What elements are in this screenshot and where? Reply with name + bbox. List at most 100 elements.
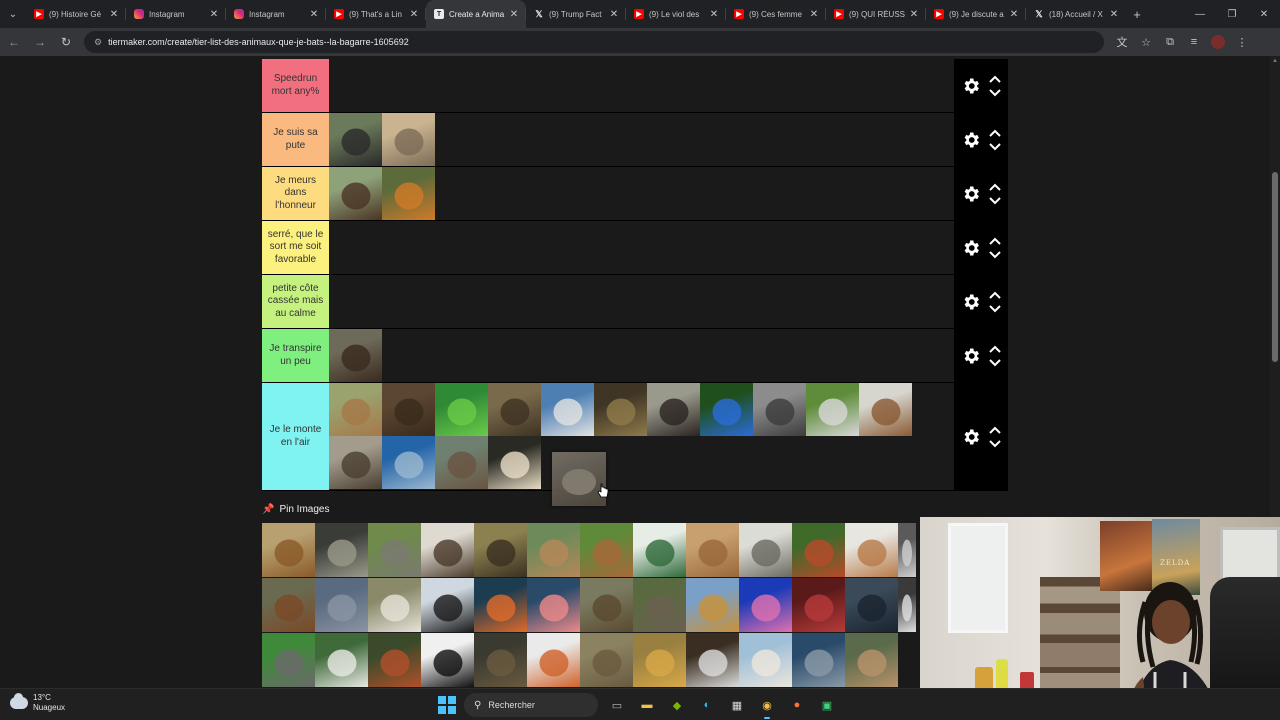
orangutan-image[interactable] xyxy=(368,633,421,687)
gear-icon[interactable] xyxy=(961,184,981,204)
lion-image[interactable] xyxy=(262,523,315,577)
orangutan-sitting-image[interactable] xyxy=(262,578,315,632)
gear-icon[interactable] xyxy=(961,346,981,366)
otter-image[interactable] xyxy=(262,633,315,687)
weather-widget[interactable]: 13°C Nuageux xyxy=(10,693,65,713)
new-tab-button[interactable]: + xyxy=(1126,7,1148,22)
chevron-up-icon[interactable] xyxy=(989,183,1001,191)
tab-close-icon[interactable]: ✕ xyxy=(408,9,420,20)
browser-tab[interactable]: Instagram ✕ xyxy=(126,0,226,28)
browser-tab[interactable]: ▶ (9) QUI RÉUSS ✕ xyxy=(826,0,926,28)
chevron-up-icon[interactable] xyxy=(989,129,1001,137)
tier-label[interactable]: serré, que le sort me soit favorable xyxy=(262,221,329,274)
tab-close-icon[interactable]: ✕ xyxy=(908,9,920,20)
partial-white-image[interactable] xyxy=(898,523,916,577)
deer-image[interactable] xyxy=(859,383,912,436)
chevron-down-icon[interactable] xyxy=(989,88,1001,97)
rhino-image[interactable] xyxy=(739,523,792,577)
walrus-image[interactable] xyxy=(435,436,488,489)
penguin-image[interactable] xyxy=(421,578,474,632)
tier-drop-zone[interactable] xyxy=(329,383,954,490)
browser-tab[interactable]: ▶ (9) Ces femme ✕ xyxy=(726,0,826,28)
tier-drop-zone[interactable] xyxy=(329,59,954,112)
browser-tab[interactable]: T Create a Anima ✕ xyxy=(426,0,526,28)
gear-icon[interactable] xyxy=(961,427,981,447)
back-icon[interactable]: ← xyxy=(2,30,26,54)
panda-image[interactable] xyxy=(421,633,474,687)
tier-label[interactable]: petite côte cassée mais au calme xyxy=(262,275,329,328)
chimpanzee-image[interactable] xyxy=(647,383,700,436)
hyena-image[interactable] xyxy=(580,633,633,687)
gear-icon[interactable] xyxy=(961,76,981,96)
raccoon-image[interactable] xyxy=(753,383,806,436)
chevron-up-icon[interactable] xyxy=(989,426,1001,434)
chrome-icon[interactable]: ◉ xyxy=(756,694,778,719)
nvidia-icon[interactable]: ◆ xyxy=(666,694,688,716)
zebra-image[interactable] xyxy=(806,383,859,436)
cougar-image[interactable] xyxy=(845,633,898,687)
porcupine-image[interactable] xyxy=(329,436,382,489)
gear-icon[interactable] xyxy=(961,238,981,258)
tier-drop-zone[interactable] xyxy=(329,113,954,166)
close-window-icon[interactable]: ✕ xyxy=(1248,0,1280,28)
media-control-icon[interactable]: ≡ xyxy=(1182,34,1206,50)
cat-image[interactable] xyxy=(315,578,368,632)
profile-avatar[interactable] xyxy=(1206,34,1230,50)
bison-image[interactable] xyxy=(329,329,382,382)
horse-image[interactable] xyxy=(315,633,368,687)
chevron-up-icon[interactable] xyxy=(989,291,1001,299)
firefox-icon[interactable]: ● xyxy=(786,694,808,716)
sea-lion-image[interactable] xyxy=(845,578,898,632)
browser-tab[interactable]: ▶ (9) Le viol des ✕ xyxy=(626,0,726,28)
bear-image[interactable] xyxy=(329,167,382,220)
llama-image[interactable] xyxy=(739,633,792,687)
site-info-icon[interactable]: ⚙ xyxy=(94,37,102,48)
flamingo-image[interactable] xyxy=(527,578,580,632)
iguana-image[interactable] xyxy=(435,383,488,436)
fawn-image[interactable] xyxy=(580,523,633,577)
capybara-image[interactable] xyxy=(686,523,739,577)
tier-label[interactable]: Je transpire un peu xyxy=(262,329,329,382)
tab-close-icon[interactable]: ✕ xyxy=(608,9,620,20)
gorilla-image[interactable] xyxy=(329,113,382,166)
translate-icon[interactable]: 文 xyxy=(1110,34,1134,50)
eagle-image[interactable] xyxy=(421,523,474,577)
anteater-image[interactable] xyxy=(633,578,686,632)
chevron-up-icon[interactable] xyxy=(989,237,1001,245)
giraffe-image[interactable] xyxy=(686,578,739,632)
duck-image[interactable] xyxy=(633,523,686,577)
chevron-down-icon[interactable] xyxy=(989,304,1001,313)
browser-tab[interactable]: Instagram ✕ xyxy=(226,0,326,28)
browser-tab[interactable]: 𝕏 (18) Accueil / X ✕ xyxy=(1026,0,1126,28)
donkey-image[interactable] xyxy=(368,523,421,577)
taskbar-search[interactable]: ⚲ Rechercher xyxy=(464,693,598,717)
pin-images-toggle[interactable]: 📌 Pin Images xyxy=(262,504,329,515)
file-explorer-icon[interactable]: ▬ xyxy=(636,694,658,716)
browser-tab[interactable]: ▶ (9) Je discute a ✕ xyxy=(926,0,1026,28)
chevron-up-icon[interactable] xyxy=(989,75,1001,83)
starfish-image[interactable] xyxy=(474,578,527,632)
chevron-down-icon[interactable] xyxy=(989,142,1001,151)
tab-search-icon[interactable]: ⌄ xyxy=(0,0,26,28)
forward-icon[interactable]: → xyxy=(28,30,52,54)
scrollbar-thumb[interactable] xyxy=(1272,172,1278,362)
tiger-image[interactable] xyxy=(382,167,435,220)
red-panda-image[interactable] xyxy=(792,523,845,577)
frog-image[interactable] xyxy=(700,383,753,436)
kiwi-image[interactable] xyxy=(474,633,527,687)
chevron-down-icon[interactable] xyxy=(989,250,1001,259)
address-bar[interactable]: ⚙ tiermaker.com/create/tier-list-des-ani… xyxy=(84,31,1104,53)
tab-close-icon[interactable]: ✕ xyxy=(108,9,120,20)
goat-image[interactable] xyxy=(368,578,421,632)
restore-icon[interactable]: ❐ xyxy=(1216,0,1248,28)
tier-label[interactable]: Je suis sa pute xyxy=(262,113,329,166)
tier-label[interactable]: Je le monte en l'air xyxy=(262,383,329,490)
tab-close-icon[interactable]: ✕ xyxy=(208,9,220,20)
browser-tab[interactable]: ▶ (9) Histoire Gé ✕ xyxy=(26,0,126,28)
tab-close-icon[interactable]: ✕ xyxy=(1108,9,1120,20)
windows-start-icon[interactable] xyxy=(438,696,456,714)
tab-close-icon[interactable]: ✕ xyxy=(1008,9,1020,20)
tier-drop-zone[interactable] xyxy=(329,275,954,328)
badger-image[interactable] xyxy=(686,633,739,687)
tier-label[interactable]: Speedrun mort any% xyxy=(262,59,329,112)
